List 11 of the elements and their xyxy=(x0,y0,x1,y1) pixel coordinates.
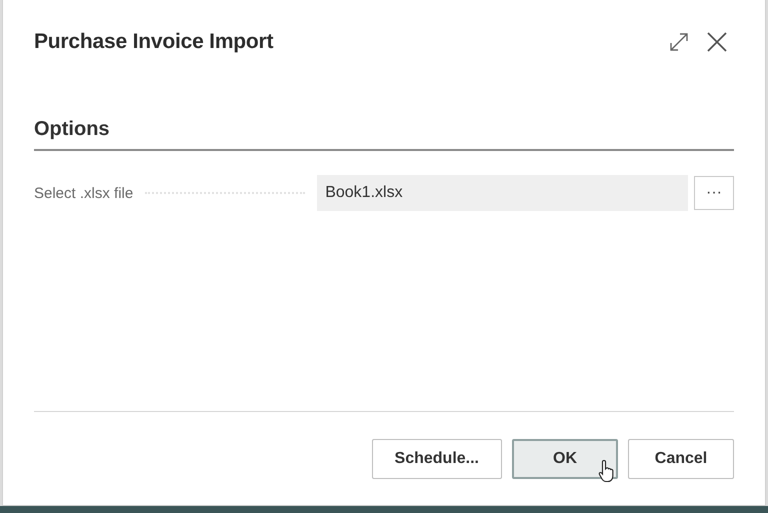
dialog-button[interactable]: Schedule... xyxy=(372,439,502,479)
input-field[interactable]: Book1.xlsx xyxy=(317,175,688,211)
lookup-button[interactable]: ··· xyxy=(694,176,734,210)
dialog-title: Purchase Invoice Import xyxy=(34,30,274,54)
hand-cursor-icon xyxy=(598,459,616,483)
expand-icon[interactable] xyxy=(668,31,690,53)
close-icon[interactable] xyxy=(706,31,728,53)
dialog-button[interactable]: OK xyxy=(512,439,618,479)
field-label: Select .xlsx file xyxy=(34,184,134,202)
dialog-button[interactable]: Cancel xyxy=(628,439,734,479)
section-heading: Options xyxy=(34,118,110,140)
